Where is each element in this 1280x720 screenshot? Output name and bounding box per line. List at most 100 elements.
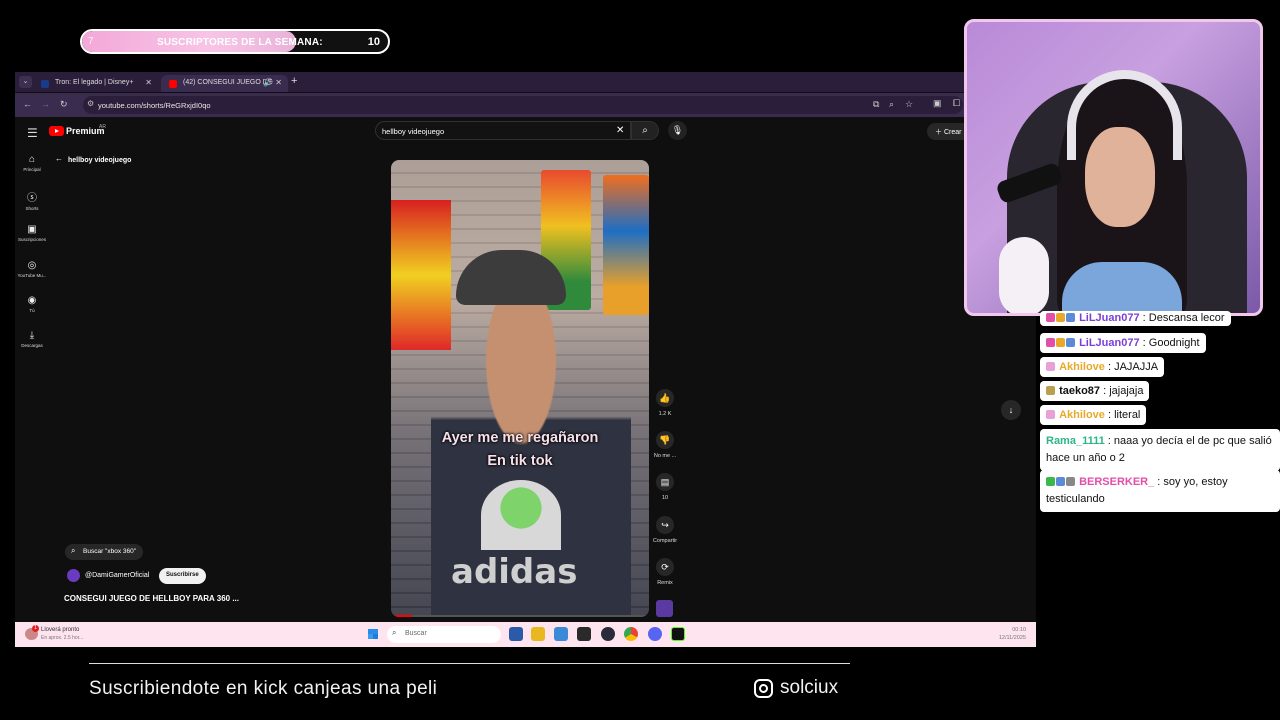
comments-button[interactable]: ▤ 10 [651,473,679,501]
remix-button[interactable]: ⟳ Remix [651,558,679,586]
discord-app-icon[interactable] [648,627,662,641]
weather-text[interactable]: Lloverá pronto [41,627,79,633]
sidebar-item-downloads[interactable]: ⤓ Descargas [15,330,49,348]
chat-username[interactable]: Akhilove [1059,409,1105,421]
tab-strip: ⌄ Tron: El legado | Disney+ ✕ (42) CONSE… [15,72,1036,92]
browser-window: ⌄ Tron: El legado | Disney+ ✕ (42) CONSE… [15,72,1036,647]
search-icon: ⌕ [71,546,76,555]
tab-disney[interactable]: Tron: El legado | Disney+ ✕ [33,75,158,92]
sidebar-item-music[interactable]: ◎ YouTube Mu... [15,260,49,278]
shorts-icon: ⓢ [27,193,37,204]
remix-label: Remix [657,580,673,586]
chat-message: LiLJuan077 : Descansa lecor [1040,311,1231,326]
sidebar-item-label: YouTube Mu... [17,273,47,278]
subscriber-goal-count: 7 [88,36,94,47]
store-app-icon[interactable] [509,627,523,641]
taskbar-search-placeholder: Buscar [405,630,427,637]
sidebar-item-subscriptions[interactable]: ▣ Suscripciones [15,224,49,242]
sidebar-icon[interactable]: ▣ [933,98,942,109]
next-video-button[interactable]: ↓ [1001,400,1021,420]
taskbar-search[interactable]: ⌕ Buscar [387,626,501,643]
badge-icon [1056,313,1065,322]
video-caption-line-1: Ayer me me regañaron [441,430,599,446]
sidebar-item-you[interactable]: ◉ Tú [15,295,49,313]
extensions-icon[interactable]: ⧠ [953,98,960,109]
streamer-shirt [1062,262,1182,313]
mic-icon: 🎙 [671,125,684,135]
youtube-music-icon: ◎ [27,260,37,271]
tab-title: (42) CONSEGUI JUEGO DE [183,79,273,86]
kick-app-icon[interactable] [671,627,685,641]
country-code: AR [99,124,106,130]
back-icon[interactable]: ← [23,99,32,109]
video-caption-line-2: En tik tok [487,453,553,469]
chrome-app-icon[interactable] [624,627,638,641]
chat-username[interactable]: Rama_1111 [1046,435,1105,447]
chat-username[interactable]: LiLJuan077 [1079,312,1140,324]
instagram-handle: solciux [780,677,839,698]
search-button[interactable]: ⌕ [631,121,659,140]
youtube-logo-icon[interactable] [49,126,64,136]
bookmark-star-icon[interactable]: ☆ [905,99,913,110]
sidebar-item-home[interactable]: ⌂ Principal [15,154,49,172]
reload-icon[interactable]: ↻ [60,99,68,110]
obs-app-icon[interactable] [601,627,615,641]
editor-app-icon[interactable] [577,627,591,641]
like-button[interactable]: 👍 1.2 K [651,389,679,417]
notification-badge: 1 [32,625,39,632]
sound-avatar[interactable] [656,600,673,617]
sidebar-item-shorts[interactable]: ⓢ Shorts [15,189,49,211]
video-progress-bar[interactable] [391,615,649,617]
system-clock[interactable]: 00:10 12/11/2025 [999,626,1026,642]
sidebar-item-label: Suscripciones [17,237,46,242]
close-tab-icon[interactable]: 🔊 ✕ [263,78,282,87]
badge-icon [1066,313,1075,322]
like-icon: 👍 [656,389,674,407]
share-button[interactable]: ↪ Compartir [651,516,679,544]
webcam-frame [964,19,1263,316]
tab-youtube[interactable]: (42) CONSEGUI JUEGO DE 🔊 ✕ [161,75,288,92]
install-icon[interactable]: ⧉ [873,99,879,110]
address-bar[interactable]: ⚙ youtube.com/shorts/ReGRxjdI0qo ⧉ ⌕ ☆ [83,96,963,114]
voice-search-button[interactable]: 🎙 [668,121,687,140]
file-explorer-icon[interactable] [531,627,545,641]
chat-username[interactable]: LiLJuan077 [1079,337,1140,349]
comment-icon: ▤ [656,473,674,491]
channel-name[interactable]: @DamiGamerOficial [85,572,149,579]
address-bar-row: ← → ↻ ⚙ youtube.com/shorts/ReGRxjdI0qo ⧉… [15,93,1036,117]
site-info-icon[interactable]: ⚙ [87,99,94,108]
new-tab-button[interactable]: + [291,75,297,87]
like-count: 1.2 K [658,411,672,417]
chat-username[interactable]: taeko87 [1059,385,1100,397]
chat-username[interactable]: BERSERKER_ [1079,476,1154,488]
sidebar-item-label: Principal [23,167,41,172]
comment-count: 10 [661,495,669,501]
tab-search-button[interactable]: ⌄ [19,76,32,88]
forward-icon[interactable]: → [41,99,50,109]
clear-search-icon[interactable]: ✕ [616,125,624,136]
photos-app-icon[interactable] [554,627,568,641]
sidebar-item-label: Descargas [21,343,43,348]
search-suggestion-chip[interactable]: ⌕ Buscar "xbox 360" [65,544,144,560]
channel-avatar[interactable] [67,569,80,582]
remix-icon: ⟳ [656,558,674,576]
clock-time: 00:10 [1012,627,1026,633]
chat-message: BERSERKER_ : soy yo, estoy testiculando [1040,470,1280,512]
badge-icon [1046,386,1055,395]
badge-icon [1056,338,1065,347]
video-title[interactable]: CONSEGUI JUEGO DE HELLBOY PARA 360 ... [64,594,239,603]
back-arrow-icon[interactable]: ← [55,154,63,163]
back-label[interactable]: hellboy videojuego [68,157,131,164]
subscribe-button[interactable]: Suscribirse [159,568,206,584]
instagram-icon [754,679,773,698]
windows-start-icon[interactable] [367,628,379,640]
chat-username[interactable]: Akhilove [1059,361,1105,373]
search-input[interactable]: hellboy videojuego ✕ [375,121,631,140]
close-tab-icon[interactable]: ✕ [145,78,152,87]
zoom-icon[interactable]: ⌕ [889,99,894,110]
shorts-video-player[interactable]: adidas Ayer me me regañaron En tik tok [391,160,649,617]
search-icon: ⌕ [392,628,397,637]
dislike-button[interactable]: 👎 No me ... [651,431,679,459]
search-chip-label: Buscar "xbox 360" [83,548,137,555]
menu-icon[interactable]: ☰ [27,126,38,140]
